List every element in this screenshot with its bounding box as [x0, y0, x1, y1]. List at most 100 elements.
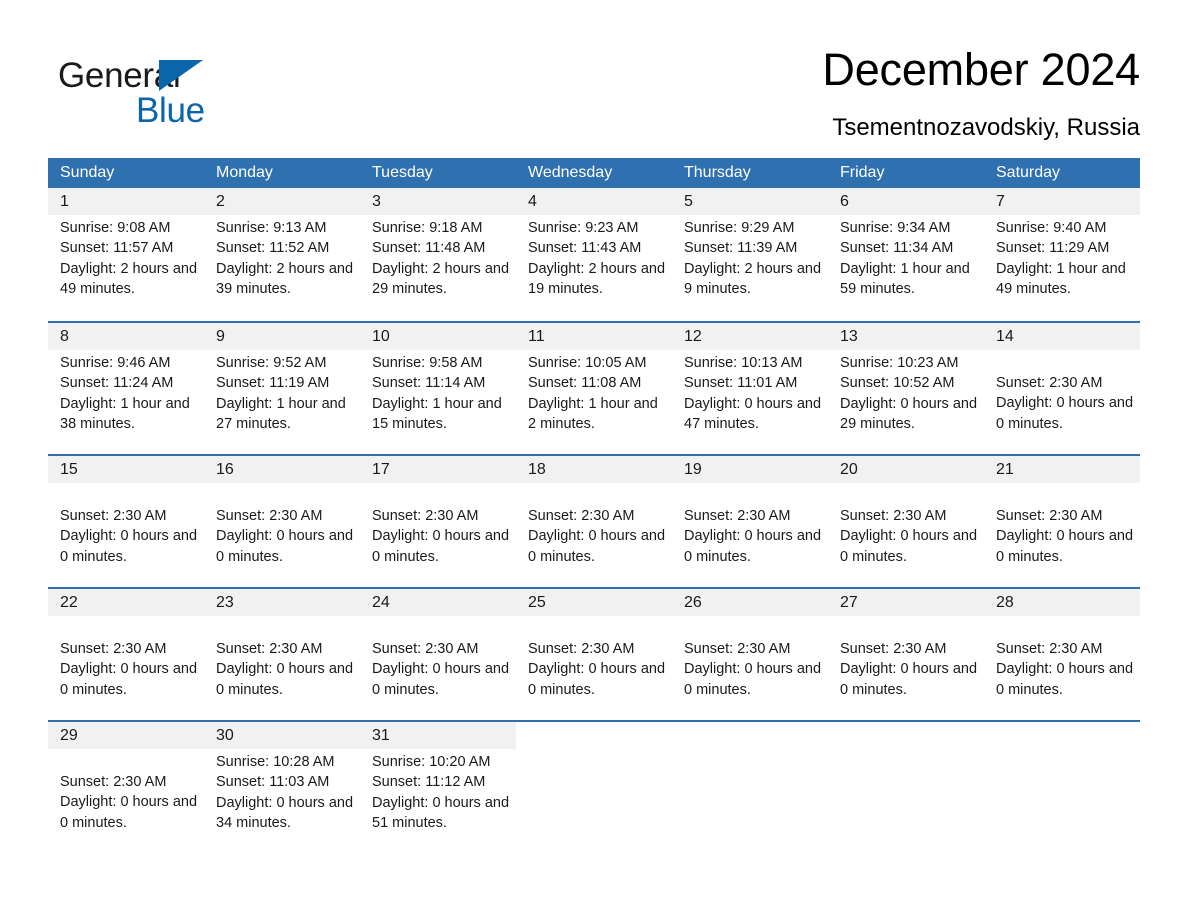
- daylight-text: Daylight: 0 hours and 47 minutes.: [684, 395, 822, 432]
- day-number: 12: [684, 328, 702, 345]
- sunset-text: Sunset: 11:57 AM: [60, 240, 174, 257]
- day-details: Sunset: 2:30 AM Daylight: 0 hours and 0 m…: [372, 639, 510, 700]
- calendar-day-cell[interactable]: 27 Sunset: 2:30 AM Daylight: 0 hours and 0…: [828, 589, 984, 720]
- daylight-text: Daylight: 2 hours and 49 minutes.: [60, 260, 198, 297]
- calendar-day-cell[interactable]: 21 Sunset: 2:30 AM Daylight: 0 hours and 0…: [984, 456, 1140, 587]
- day-number-band: [204, 323, 360, 350]
- logo-triangle-icon: [159, 60, 203, 91]
- sunset-text: Sunset: 2:30 AM: [372, 641, 479, 657]
- day-number-band: [984, 722, 1140, 749]
- calendar-empty-cell: [672, 722, 828, 853]
- calendar-empty-cell: [516, 722, 672, 853]
- sunset-text: Sunset: 2:30 AM: [996, 641, 1103, 657]
- day-number: 22: [60, 594, 78, 611]
- logo-text-blue: Blue: [136, 91, 205, 130]
- day-number: 30: [216, 727, 234, 744]
- sunset-text: Sunset: 11:01 AM: [684, 375, 798, 392]
- calendar-day-cell[interactable]: 19 Sunset: 2:30 AM Daylight: 0 hours and 0…: [672, 456, 828, 587]
- daylight-text: Daylight: 0 hours and 0 minutes.: [60, 794, 198, 831]
- calendar-day-cell[interactable]: 23 Sunset: 2:30 AM Daylight: 0 hours and 0…: [204, 589, 360, 720]
- daylight-text: Daylight: 2 hours and 9 minutes.: [684, 260, 822, 297]
- day-number: 28: [996, 594, 1014, 611]
- calendar-day-cell[interactable]: 8 Sunrise: 9:46 AM Sunset: 11:24 AM Dayligh…: [48, 323, 204, 454]
- sunset-text: Sunset: 2:30 AM: [216, 508, 323, 524]
- day-number-band: [48, 188, 204, 215]
- day-number: 15: [60, 461, 78, 478]
- calendar-day-cell[interactable]: 11 Sunrise: 10:05 AM Sunset: 11:08 AM Dayli…: [516, 323, 672, 454]
- calendar-day-cell[interactable]: 5 Sunrise: 9:29 AM Sunset: 11:39 AM Dayligh…: [672, 188, 828, 321]
- sunset-text: Sunset: 2:30 AM: [528, 508, 635, 524]
- day-details: Sunrise: 10:20 AM Sunset: 11:12 AM Dayligh…: [372, 752, 510, 833]
- sunrise-text: Sunrise: 9:23 AM: [528, 220, 639, 236]
- calendar-day-cell[interactable]: 16 Sunset: 2:30 AM Daylight: 0 hours and 0…: [204, 456, 360, 587]
- calendar-day-cell[interactable]: 10 Sunrise: 9:58 AM Sunset: 11:14 AM Daylig…: [360, 323, 516, 454]
- daylight-text: Daylight: 0 hours and 0 minutes.: [372, 661, 510, 698]
- calendar-day-cell[interactable]: 22 Sunset: 2:30 AM Daylight: 0 hours and 0…: [48, 589, 204, 720]
- day-details: Sunrise: 9:34 AM Sunset: 11:34 AM Daylight…: [840, 218, 978, 299]
- day-details: Sunset: 2:30 AM Daylight: 0 hours and 0 m…: [372, 506, 510, 567]
- sunset-text: Sunset: 11:19 AM: [216, 375, 330, 392]
- daylight-text: Daylight: 0 hours and 0 minutes.: [528, 661, 666, 698]
- daylight-text: Daylight: 0 hours and 0 minutes.: [60, 528, 198, 565]
- calendar-day-cell[interactable]: 4 Sunrise: 9:23 AM Sunset: 11:43 AM Dayligh…: [516, 188, 672, 321]
- calendar-day-cell[interactable]: 29 Sunset: 2:30 AM Daylight: 0 hours and 0…: [48, 722, 204, 853]
- day-number-band: [672, 188, 828, 215]
- calendar-week-row: 29 Sunset: 2:30 AM Daylight: 0 hours and 0…: [48, 720, 1140, 853]
- sunset-text: Sunset: 11:03 AM: [216, 774, 330, 791]
- day-details: Sunrise: 10:05 AM Sunset: 11:08 AM Dayligh…: [528, 353, 666, 434]
- day-details: Sunset: 2:30 AM Daylight: 0 hours and 0 m…: [528, 639, 666, 700]
- daylight-text: Daylight: 0 hours and 0 minutes.: [216, 528, 354, 565]
- calendar-day-cell[interactable]: 7 Sunrise: 9:40 AM Sunset: 11:29 AM Dayligh…: [984, 188, 1140, 321]
- daylight-text: Daylight: 2 hours and 29 minutes.: [372, 260, 510, 297]
- calendar-day-cell[interactable]: 20 Sunset: 2:30 AM Daylight: 0 hours and 0…: [828, 456, 984, 587]
- daylight-text: Daylight: 0 hours and 0 minutes.: [216, 661, 354, 698]
- sunset-text: Sunset: 2:30 AM: [60, 641, 167, 657]
- sunrise-text: Sunrise: 9:58 AM: [372, 355, 483, 371]
- calendar-day-cell[interactable]: 1 Sunrise: 9:08 AM Sunset: 11:57 AM Dayligh…: [48, 188, 204, 321]
- calendar-day-cell[interactable]: 15 Sunset: 2:30 AM Daylight: 0 hours and 0…: [48, 456, 204, 587]
- day-number: 31: [372, 727, 390, 744]
- calendar-week-row: 1 Sunrise: 9:08 AM Sunset: 11:57 AM Dayligh…: [48, 188, 1140, 321]
- sunrise-text: Sunrise: 10:20 AM: [372, 754, 491, 770]
- weekday-header-thursday: Thursday: [684, 164, 751, 181]
- calendar-day-cell[interactable]: 6 Sunrise: 9:34 AM Sunset: 11:34 AM Dayligh…: [828, 188, 984, 321]
- calendar-week-row: 15 Sunset: 2:30 AM Daylight: 0 hours and 0…: [48, 454, 1140, 587]
- calendar-day-cell[interactable]: 13 Sunrise: 10:23 AM Sunset: 10:52 AM Dayli…: [828, 323, 984, 454]
- daylight-text: Daylight: 0 hours and 0 minutes.: [996, 661, 1134, 698]
- calendar-day-cell[interactable]: 28 Sunset: 2:30 AM Daylight: 0 hours and 0…: [984, 589, 1140, 720]
- sunrise-text: Sunrise: 10:05 AM: [528, 355, 647, 371]
- calendar-week-row: 22 Sunset: 2:30 AM Daylight: 0 hours and 0…: [48, 587, 1140, 720]
- sunset-text: Sunset: 11:24 AM: [60, 375, 174, 392]
- calendar-day-cell[interactable]: 26 Sunset: 2:30 AM Daylight: 0 hours and 0…: [672, 589, 828, 720]
- day-number: 13: [840, 328, 858, 345]
- sunset-text: Sunset: 2:30 AM: [528, 641, 635, 657]
- sunset-text: Sunset: 2:30 AM: [60, 508, 167, 524]
- calendar-day-cell[interactable]: 14 Sunset: 2:30 AM Daylight: 0 hours and 0…: [984, 323, 1140, 454]
- calendar-day-cell[interactable]: 17 Sunset: 2:30 AM Daylight: 0 hours and 0…: [360, 456, 516, 587]
- day-number-band: [828, 188, 984, 215]
- day-number: 14: [996, 328, 1014, 345]
- calendar-day-cell[interactable]: 2 Sunrise: 9:13 AM Sunset: 11:52 AM Dayligh…: [204, 188, 360, 321]
- sunset-text: Sunset: 2:30 AM: [996, 375, 1103, 391]
- calendar-day-cell[interactable]: 25 Sunset: 2:30 AM Daylight: 0 hours and 0…: [516, 589, 672, 720]
- calendar-day-cell[interactable]: 18 Sunset: 2:30 AM Daylight: 0 hours and 0…: [516, 456, 672, 587]
- sunset-text: Sunset: 11:52 AM: [216, 240, 330, 257]
- sunset-text: Sunset: 11:43 AM: [528, 240, 642, 257]
- sunrise-text: Sunrise: 9:13 AM: [216, 220, 327, 236]
- day-number-band: [360, 188, 516, 215]
- calendar-day-cell[interactable]: 9 Sunrise: 9:52 AM Sunset: 11:19 AM Dayligh…: [204, 323, 360, 454]
- day-details: Sunrise: 9:40 AM Sunset: 11:29 AM Daylight…: [996, 218, 1134, 299]
- daylight-text: Daylight: 0 hours and 0 minutes.: [528, 528, 666, 565]
- calendar-day-cell[interactable]: 24 Sunset: 2:30 AM Daylight: 0 hours and 0…: [360, 589, 516, 720]
- day-number: 16: [216, 461, 234, 478]
- weekday-header-saturday: Saturday: [996, 164, 1061, 181]
- day-number: 1: [60, 193, 69, 210]
- sunset-text: Sunset: 11:12 AM: [372, 774, 486, 791]
- day-details: Sunrise: 9:58 AM Sunset: 11:14 AM Daylight…: [372, 353, 510, 434]
- sunset-text: Sunset: 2:30 AM: [372, 508, 479, 524]
- calendar-day-cell[interactable]: 12 Sunrise: 10:13 AM Sunset: 11:01 AM Dayli…: [672, 323, 828, 454]
- calendar-day-cell[interactable]: 31 Sunrise: 10:20 AM Sunset: 11:12 AM Dayli…: [360, 722, 516, 853]
- page-header: General Blue December 2024 Tsementnozavo…: [48, 38, 1140, 148]
- calendar-day-cell[interactable]: 30 Sunrise: 10:28 AM Sunset: 11:03 AM Dayli…: [204, 722, 360, 853]
- calendar-day-cell[interactable]: 3 Sunrise: 9:18 AM Sunset: 11:48 AM Dayligh…: [360, 188, 516, 321]
